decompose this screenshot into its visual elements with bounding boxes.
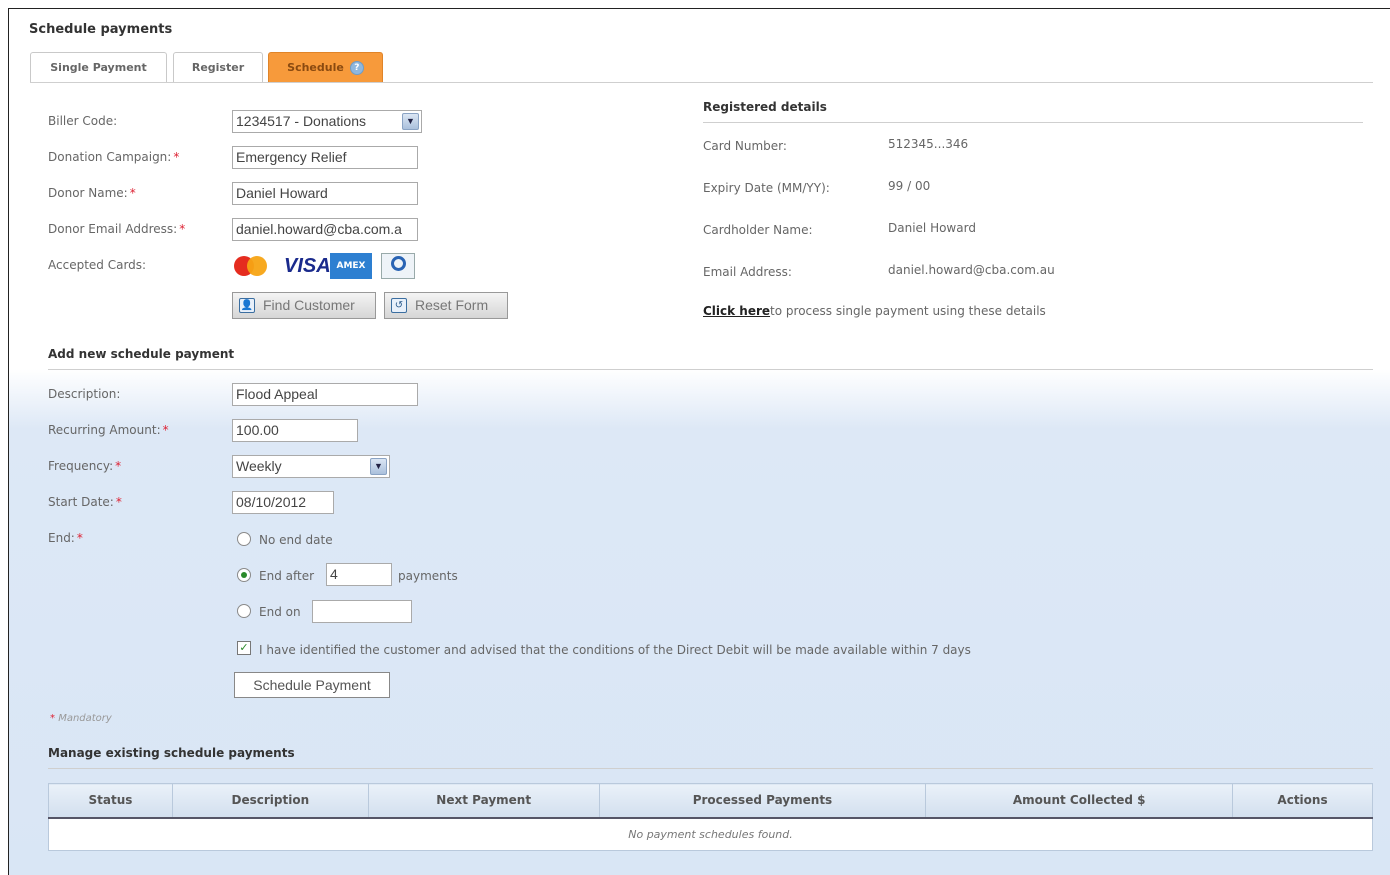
biller-code-select[interactable]: 1234517 - Donations ▼	[232, 110, 422, 133]
accepted-cards-label: Accepted Cards:	[48, 258, 147, 272]
expiry-label: Expiry Date (MM/YY):	[703, 181, 830, 195]
schedule-payment-button[interactable]: Schedule Payment	[234, 672, 390, 698]
chevron-down-icon: ▼	[402, 113, 419, 130]
empty-message: No payment schedules found.	[48, 817, 1373, 851]
column-amount-collected[interactable]: Amount Collected $	[925, 783, 1234, 819]
description-label: Description:	[48, 387, 121, 401]
tab-label: Schedule	[287, 61, 344, 74]
frequency-select[interactable]: Weekly ▼	[232, 455, 390, 478]
help-icon[interactable]: ?	[349, 61, 364, 75]
page-frame	[8, 8, 1390, 875]
click-here-link[interactable]: Click here	[703, 304, 770, 318]
registered-details-heading: Registered details	[703, 100, 827, 114]
amex-icon: AMEX	[330, 253, 372, 279]
schedules-table: Status Description Next Payment Processe…	[48, 783, 1373, 851]
end-on-radio[interactable]	[237, 604, 251, 618]
reset-form-button[interactable]: ↺ Reset Form	[384, 292, 508, 319]
find-customer-button[interactable]: 👤 Find Customer	[232, 292, 376, 319]
cardholder-value: Daniel Howard	[888, 221, 976, 235]
no-end-date-label: No end date	[259, 533, 333, 547]
cardholder-label: Cardholder Name:	[703, 223, 813, 237]
tab-underline	[30, 82, 1373, 83]
table-header-row: Status Description Next Payment Processe…	[48, 783, 1373, 819]
process-single-payment-text: Click hereto process single payment usin…	[703, 304, 1046, 318]
email-label: Email Address:	[703, 265, 792, 279]
consent-text: I have identified the customer and advis…	[259, 643, 971, 657]
end-on-label: End on	[259, 605, 301, 619]
end-after-label: End after	[259, 569, 315, 583]
column-processed-payments[interactable]: Processed Payments	[598, 783, 927, 819]
schedule-divider	[48, 369, 1373, 370]
end-on-date-field[interactable]	[312, 600, 412, 623]
page-title: Schedule payments	[29, 22, 173, 37]
add-schedule-heading: Add new schedule payment	[48, 347, 235, 361]
biller-code-label: Biller Code:	[48, 114, 118, 128]
find-customer-icon: 👤	[239, 298, 255, 313]
donor-email-field[interactable]: daniel.howard@cba.com.a	[232, 218, 418, 241]
card-number-value: 512345...346	[888, 137, 969, 151]
donor-email-label: Donor Email Address: *	[48, 222, 186, 236]
chevron-down-icon: ▼	[370, 458, 387, 475]
tab-register[interactable]: Register	[173, 52, 263, 83]
payments-suffix: payments	[398, 569, 458, 583]
donation-campaign-label: Donation Campaign: *	[48, 150, 180, 164]
end-after-radio[interactable]	[237, 568, 251, 582]
no-end-date-radio[interactable]	[237, 532, 251, 546]
expiry-value: 99 / 00	[888, 179, 931, 193]
manage-schedule-heading: Manage existing schedule payments	[48, 746, 295, 760]
card-number-label: Card Number:	[703, 139, 787, 153]
recurring-amount-label: Recurring Amount: *	[48, 423, 169, 437]
manage-divider	[48, 768, 1373, 769]
description-field[interactable]: Flood Appeal	[232, 383, 418, 406]
frequency-label: Frequency: *	[48, 459, 122, 473]
donor-name-field[interactable]: Daniel Howard	[232, 182, 418, 205]
column-description[interactable]: Description	[171, 783, 369, 819]
consent-checkbox[interactable]: ✓	[237, 641, 251, 655]
donation-campaign-field[interactable]: Emergency Relief	[232, 146, 418, 169]
reset-icon: ↺	[391, 298, 407, 313]
mandatory-note: * Mandatory	[50, 713, 112, 724]
diners-icon	[381, 253, 415, 279]
tab-schedule[interactable]: Schedule?	[268, 52, 383, 83]
start-date-label: Start Date: *	[48, 495, 122, 509]
end-label: End: *	[48, 531, 83, 545]
table-row: No payment schedules found.	[48, 817, 1373, 851]
column-status[interactable]: Status	[48, 783, 173, 819]
registered-divider	[703, 122, 1363, 123]
visa-icon: VISA	[284, 255, 331, 277]
column-next-payment[interactable]: Next Payment	[367, 783, 600, 819]
tab-single-payment[interactable]: Single Payment	[30, 52, 167, 83]
recurring-amount-field[interactable]: 100.00	[232, 419, 358, 442]
tab-label: Register	[191, 61, 245, 74]
mastercard-icon	[234, 253, 270, 279]
column-actions: Actions	[1232, 783, 1373, 819]
start-date-field[interactable]: 08/10/2012	[232, 491, 334, 514]
donor-name-label: Donor Name: *	[48, 186, 136, 200]
tab-label: Single Payment	[50, 61, 147, 74]
end-after-count-field[interactable]: 4	[326, 563, 392, 586]
email-value: daniel.howard@cba.com.au	[888, 263, 1055, 277]
